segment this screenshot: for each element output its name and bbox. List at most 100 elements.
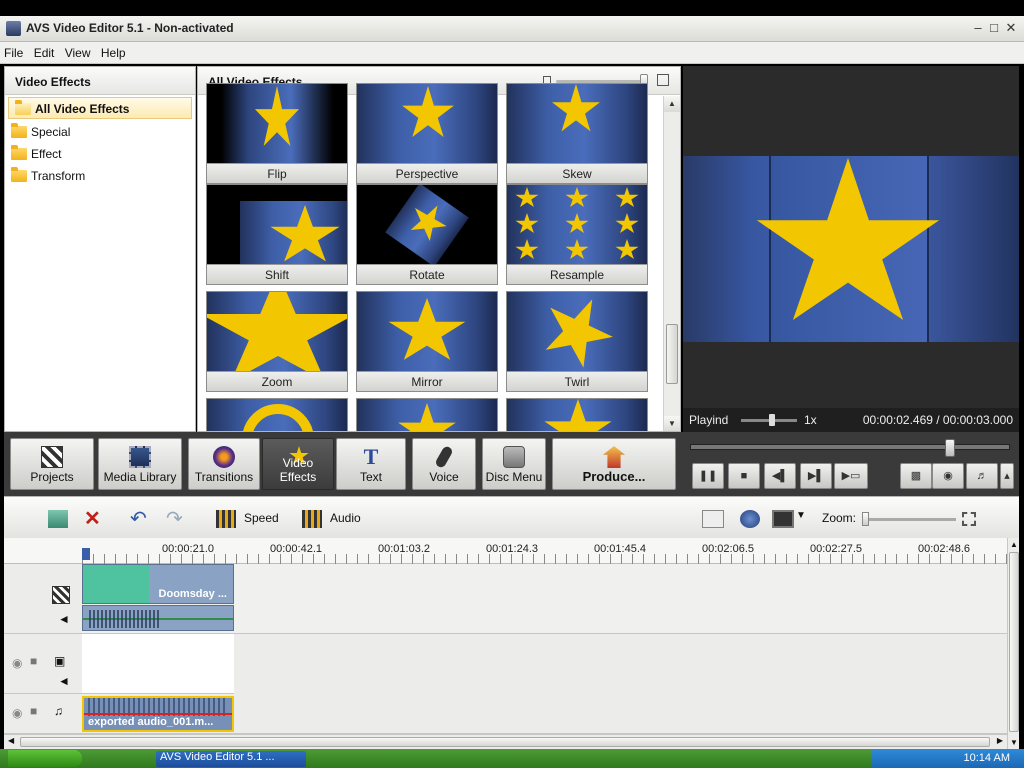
voice-button[interactable]: Voice <box>412 438 476 490</box>
zoom-label: Zoom: <box>822 511 857 525</box>
lock-icon[interactable]: ■ <box>30 704 37 718</box>
seek-bar[interactable] <box>690 439 1010 457</box>
zoom-slider[interactable] <box>862 512 956 526</box>
video-audio-waveform[interactable] <box>82 605 234 631</box>
scroll-down-icon[interactable]: ▼ <box>1010 738 1018 747</box>
projects-button[interactable]: Projects <box>10 438 94 490</box>
produce-icon <box>603 446 625 468</box>
tree-item-special[interactable]: Special <box>5 121 195 143</box>
effect-tile[interactable] <box>356 398 498 431</box>
close-button[interactable]: ✕ <box>1003 20 1019 36</box>
menu-edit[interactable]: Edit <box>30 42 58 60</box>
scroll-right-icon[interactable]: ▶ <box>997 736 1003 745</box>
scroll-down-icon[interactable]: ▼ <box>664 416 680 431</box>
effect-tile-perspective[interactable]: Perspective <box>356 83 498 184</box>
tree-item-transform[interactable]: Transform <box>5 165 195 187</box>
effect-tile-rotate[interactable]: Rotate <box>356 184 498 285</box>
speaker-icon[interactable]: ◄ <box>58 612 70 626</box>
record-voice-icon[interactable] <box>740 510 760 528</box>
scroll-left-icon[interactable]: ◀ <box>8 736 14 745</box>
pause-button[interactable]: ❚❚ <box>692 463 724 489</box>
redo-icon[interactable]: ↷ <box>166 509 186 529</box>
transitions-button[interactable]: Transitions <box>188 438 260 490</box>
scroll-thumb[interactable] <box>1009 552 1019 732</box>
taskbar-item[interactable]: AVS Video Editor 5.1 ... <box>156 751 306 767</box>
split-icon[interactable] <box>702 510 724 528</box>
menu-help[interactable]: Help <box>97 42 129 60</box>
disc-menu-button[interactable]: Disc Menu <box>482 438 546 490</box>
tree-item-all-video-effects[interactable]: All Video Effects <box>8 97 192 119</box>
effect-tile-skew[interactable]: Skew <box>506 83 648 184</box>
playhead-marker[interactable] <box>82 548 90 560</box>
audio-button[interactable]: Audio <box>330 511 361 525</box>
maximize-button[interactable]: □ <box>986 20 1002 36</box>
effect-tile[interactable] <box>206 398 348 431</box>
timeline-vertical-scrollbar[interactable]: ▲ ▼ <box>1007 538 1019 749</box>
delete-icon[interactable]: ✕ <box>84 509 104 529</box>
eye-icon[interactable]: ◉ <box>12 706 22 720</box>
speed-slider[interactable] <box>741 414 797 426</box>
ruler-tick: 00:00:42.1 <box>270 543 322 555</box>
effect-label: Rotate <box>357 264 497 284</box>
undo-icon[interactable]: ↶ <box>130 509 150 529</box>
snapshot-camera-button[interactable]: ◉ <box>932 463 964 489</box>
video-clip[interactable]: Doomsday ... <box>82 564 234 604</box>
add-media-icon[interactable] <box>48 510 68 528</box>
next-frame-button[interactable]: ▶▌ <box>800 463 832 489</box>
produce-button[interactable]: Produce... <box>552 438 676 490</box>
media-library-button[interactable]: Media Library <box>98 438 182 490</box>
large-thumb-icon[interactable] <box>657 74 669 86</box>
scroll-up-icon[interactable]: ▲ <box>664 96 680 112</box>
fit-timeline-icon[interactable] <box>962 512 976 526</box>
scroll-thumb[interactable] <box>20 737 990 747</box>
audio-clip[interactable]: exported audio_001.m... <box>82 696 234 732</box>
timeline-horizontal-scrollbar[interactable]: ◀ ▶ <box>4 734 1007 749</box>
minimize-button[interactable]: – <box>970 20 986 36</box>
window-title: AVS Video Editor 5.1 - Non-activated <box>26 21 234 35</box>
start-button[interactable] <box>8 750 82 767</box>
zoom-knob[interactable] <box>862 512 869 526</box>
music-icon: ♫ <box>54 704 63 718</box>
text-button[interactable]: T Text <box>336 438 406 490</box>
effect-tile[interactable] <box>506 398 648 431</box>
scroll-thumb[interactable] <box>666 324 678 384</box>
audio-track[interactable]: exported audio_001.m... <box>82 694 1007 734</box>
folder-open-icon <box>15 100 31 115</box>
effect-tile-mirror[interactable]: Mirror <box>356 291 498 392</box>
fullscreen-preview-button[interactable]: ▶▭ <box>834 463 868 489</box>
effect-tile-resample[interactable]: Resample <box>506 184 648 285</box>
timeline-toolbar: ✕ ↶ ↷ Speed Audio ▼ Zoom: <box>4 496 1019 538</box>
menu-file[interactable]: File <box>0 42 26 60</box>
volume-dropdown-button[interactable]: ▴ <box>1000 463 1014 489</box>
tree-item-label: All Video Effects <box>35 102 130 116</box>
seek-knob[interactable] <box>945 439 956 457</box>
volume-button[interactable]: ♬ <box>966 463 998 489</box>
effect-tile-flip[interactable]: Flip <box>206 83 348 184</box>
chevron-down-icon[interactable]: ▼ <box>796 510 806 521</box>
effect-label: Flip <box>207 163 347 183</box>
stop-button[interactable]: ■ <box>728 463 760 489</box>
timeline-tracks: ◄ Doomsday ... ◉ ■ ▣ ◄ ◉ ■ ♫ exported au… <box>4 564 1007 734</box>
overlay-track-header: ◉ ■ ▣ ◄ <box>4 634 82 694</box>
menu-view[interactable]: View <box>61 42 94 60</box>
effect-thumbnail <box>507 399 647 431</box>
speed-knob[interactable] <box>769 414 775 426</box>
video-track[interactable]: Doomsday ... <box>82 564 1007 634</box>
preview-video[interactable] <box>683 156 1019 342</box>
lock-icon[interactable]: ■ <box>30 654 37 668</box>
effect-tile-zoom[interactable]: Zoom <box>206 291 348 392</box>
grid-scrollbar[interactable]: ▲ ▼ <box>663 96 680 431</box>
timeline-ruler[interactable]: 00:00:21.0 00:00:42.1 00:01:03.2 00:01:2… <box>4 538 1007 564</box>
scroll-up-icon[interactable]: ▲ <box>1010 540 1018 549</box>
tree-item-effect[interactable]: Effect <box>5 143 195 165</box>
eye-icon[interactable]: ◉ <box>12 656 22 670</box>
speed-button[interactable]: Speed <box>244 511 279 525</box>
display-icon[interactable] <box>772 510 794 528</box>
overlay-track[interactable] <box>82 634 1007 694</box>
effect-tile-twirl[interactable]: Twirl <box>506 291 648 392</box>
video-effects-button[interactable]: Video Effects <box>262 438 334 490</box>
monitor-button[interactable]: ▩ <box>900 463 932 489</box>
previous-frame-button[interactable]: ◀▌ <box>764 463 796 489</box>
effect-tile-shift[interactable]: Shift <box>206 184 348 285</box>
speaker-icon[interactable]: ◄ <box>58 674 70 688</box>
